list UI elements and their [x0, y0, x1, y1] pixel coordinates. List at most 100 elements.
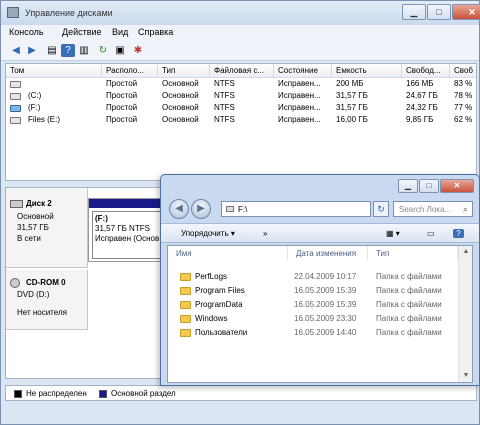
- scroll-up-icon[interactable]: ▲: [459, 246, 472, 258]
- forward-arrow-icon[interactable]: ▶: [25, 44, 39, 57]
- file-date: 22.04.2009 10:17: [294, 272, 357, 281]
- drive-icon: [226, 206, 234, 212]
- column-header-type[interactable]: Тип: [158, 64, 210, 78]
- close-button[interactable]: ✕: [452, 4, 480, 20]
- split-view-icon[interactable]: ▥: [77, 44, 91, 57]
- forward-button[interactable]: ▶: [191, 199, 211, 219]
- back-arrow-icon[interactable]: ◀: [9, 44, 23, 57]
- list-view-icon[interactable]: ▤: [45, 44, 59, 57]
- preview-pane-icon[interactable]: ▭: [427, 229, 435, 238]
- disk-size: 31,57 ГБ: [17, 223, 49, 232]
- volume-type: Основной: [162, 103, 199, 112]
- volume-free-pct: 62 %: [454, 115, 473, 124]
- folder-icon: [180, 329, 191, 337]
- column-header-date[interactable]: Дата изменения: [288, 246, 368, 260]
- volume-free: 9,85 ГБ: [406, 115, 434, 124]
- column-header-free[interactable]: Свобод...: [402, 64, 450, 78]
- folder-icon: [180, 273, 191, 281]
- address-text: F:\: [238, 205, 248, 214]
- help-icon[interactable]: ?: [61, 44, 75, 57]
- menu-action[interactable]: Действие: [62, 27, 102, 37]
- refresh-icon[interactable]: ↻: [96, 44, 110, 57]
- volume-list: Том Располо... Тип Файловая с... Состоян…: [5, 63, 477, 181]
- column-header-layout[interactable]: Располо...: [102, 64, 158, 78]
- explorer-minimize-button[interactable]: ▁: [398, 179, 418, 193]
- column-header-status[interactable]: Состояние: [274, 64, 332, 78]
- volume-status: Исправен...: [278, 91, 321, 100]
- explorer-maximize-button[interactable]: □: [419, 179, 439, 193]
- menu-help[interactable]: Справка: [138, 27, 173, 37]
- volume-filesystem: NTFS: [214, 115, 235, 124]
- properties-icon[interactable]: ▣: [113, 44, 127, 57]
- more-commands-button[interactable]: »: [263, 229, 267, 238]
- file-date: 16.05.2009 15:39: [294, 300, 357, 309]
- file-name: Пользователи: [195, 328, 248, 337]
- settings-icon[interactable]: ✱: [131, 44, 145, 57]
- file-date: 16.05.2009 14:40: [294, 328, 357, 337]
- volume-capacity: 31,57 ГБ: [336, 103, 368, 112]
- list-item[interactable]: ProgramData 16.05.2009 15:39 Папка с фай…: [168, 298, 458, 312]
- file-name: ProgramData: [195, 300, 243, 309]
- view-options-icon[interactable]: ▦ ▾: [386, 229, 400, 238]
- volume-name: Files (E:): [28, 115, 60, 124]
- volume-status: Исправен...: [278, 79, 321, 88]
- disk-name: Диск 2: [26, 199, 52, 208]
- column-header-volume[interactable]: Том: [6, 64, 102, 78]
- unallocated-swatch: [14, 390, 22, 398]
- volume-free-pct: 77 %: [454, 103, 473, 112]
- minimize-button[interactable]: ▁: [402, 4, 426, 20]
- list-item[interactable]: PerfLogs 22.04.2009 10:17 Папка с файлам…: [168, 270, 458, 284]
- legend-unallocated: Не распределен: [26, 389, 87, 398]
- folder-icon: [180, 301, 191, 309]
- volume-capacity: 31,57 ГБ: [336, 91, 368, 100]
- search-input[interactable]: Search Лока... ⌕: [393, 201, 473, 217]
- menu-console[interactable]: Консоль: [9, 27, 44, 37]
- volume-free-pct: 78 %: [454, 91, 473, 100]
- volume-filesystem: NTFS: [214, 103, 235, 112]
- file-type: Папка с файлами: [376, 314, 442, 323]
- volume-drive-icon: [10, 117, 21, 124]
- menu-view[interactable]: Вид: [112, 27, 128, 37]
- vertical-scrollbar[interactable]: ▲ ▼: [458, 246, 472, 382]
- column-header-type[interactable]: Тип: [368, 246, 458, 260]
- maximize-button[interactable]: □: [427, 4, 451, 20]
- volume-name: [24, 79, 102, 91]
- volume-capacity: 200 МБ: [336, 79, 364, 88]
- list-item[interactable]: Windows 16.05.2009 23:30 Папка с файлами: [168, 312, 458, 326]
- disk-state: Нет носителя: [17, 308, 67, 317]
- folder-icon: [180, 287, 191, 295]
- volume-filesystem: NTFS: [214, 91, 235, 100]
- scroll-down-icon[interactable]: ▼: [459, 370, 472, 382]
- file-type: Папка с файлами: [376, 300, 442, 309]
- file-date: 16.05.2009 23:30: [294, 314, 357, 323]
- address-bar[interactable]: F:\: [221, 201, 371, 217]
- disk-name: CD-ROM 0: [26, 278, 66, 287]
- search-icon: ⌕: [462, 204, 468, 214]
- volume-free: 24,67 ГБ: [406, 91, 438, 100]
- volume-type: Основной: [162, 91, 199, 100]
- column-header-free-pct[interactable]: Своб: [450, 64, 476, 78]
- organize-button[interactable]: Упорядочить ▾: [181, 229, 235, 238]
- volume-layout: Простой: [106, 91, 138, 100]
- help-icon[interactable]: ?: [453, 229, 464, 238]
- list-item[interactable]: Program Files 16.05.2009 15:39 Папка с ф…: [168, 284, 458, 298]
- file-name: Windows: [195, 314, 228, 323]
- refresh-button[interactable]: ↻: [373, 201, 389, 217]
- column-header-capacity[interactable]: Емкость: [332, 64, 402, 78]
- volume-drive-icon: [10, 105, 21, 112]
- column-header-name[interactable]: Имя: [168, 246, 288, 260]
- navigation-row: ◀ ▶ F:\ ↻ Search Лока... ⌕: [161, 195, 479, 221]
- explorer-close-button[interactable]: ✕: [440, 179, 474, 193]
- volume-capacity: 16,00 ГБ: [336, 115, 368, 124]
- volume-drive-icon: [10, 81, 21, 88]
- disk-type: DVD (D:): [17, 290, 50, 299]
- back-button[interactable]: ◀: [169, 199, 189, 219]
- file-type: Папка с файлами: [376, 272, 442, 281]
- column-header-filesystem[interactable]: Файловая с...: [210, 64, 274, 78]
- cdrom-0-label[interactable]: CD-ROM 0 DVD (D:) Нет носителя: [6, 270, 88, 330]
- window-title: Управление дисками: [25, 8, 113, 18]
- list-item[interactable]: Пользователи 16.05.2009 14:40 Папка с фа…: [168, 326, 458, 340]
- volume-name: (F:): [28, 103, 41, 112]
- explorer-title-bar: ▁ □ ✕: [161, 175, 479, 193]
- disk-2-label[interactable]: Диск 2 Основной 31,57 ГБ В сети: [6, 188, 88, 268]
